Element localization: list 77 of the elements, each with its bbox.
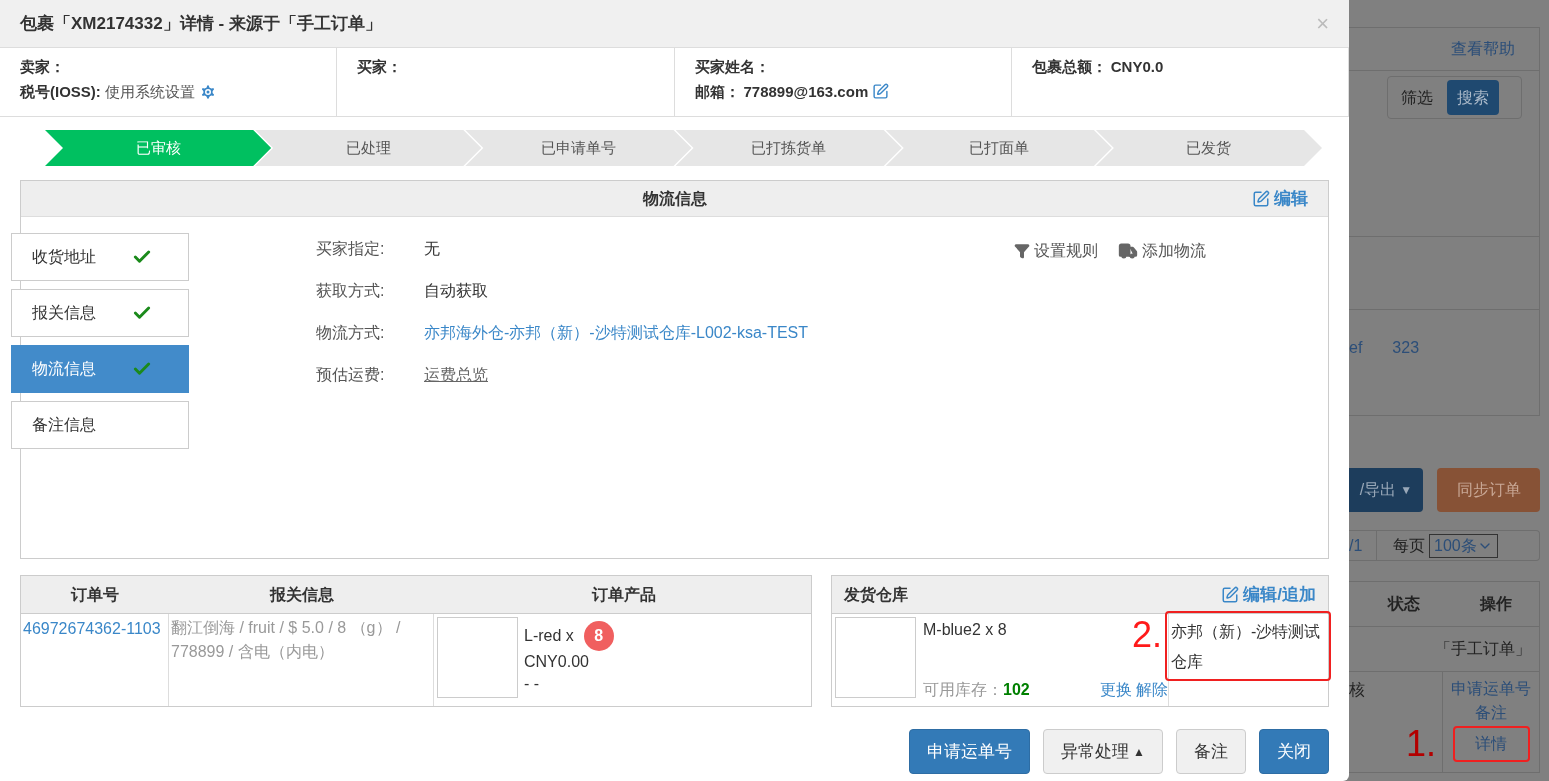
info-label: 买家姓名： [694, 57, 770, 77]
panel-title: 物流信息 [642, 188, 707, 209]
info-value: 使用系统设置 [104, 81, 195, 102]
table-cell-text: 323 [1392, 338, 1420, 358]
stock-count: 102 [1003, 680, 1030, 700]
progress-step: 已打拣货单 [675, 130, 902, 166]
edit-icon [1221, 585, 1240, 604]
product-name: L-red x [524, 626, 574, 646]
row-action-link[interactable]: 申请运单号 [1451, 678, 1531, 700]
field-value: 自动获取 [424, 280, 488, 301]
export-button[interactable]: /导出 ▼ [1349, 468, 1423, 512]
row-action-link[interactable]: 详情 [1475, 733, 1507, 755]
table-cell-text: 「手工订单」 [1435, 639, 1531, 659]
field-label: 获取方式: [316, 280, 386, 301]
progress-step: 已发货 [1095, 130, 1323, 166]
progress-step: 已审核 [45, 130, 272, 166]
customs-info: 翻江倒海 / fruit / $ 5.0 / 8 （g） / 778899 / 含电（内电） [171, 619, 401, 660]
edit-icon[interactable] [872, 83, 890, 101]
truck-icon [1118, 241, 1138, 261]
page-count: /1 [1349, 531, 1377, 560]
annotation-number: 1. [1405, 726, 1436, 762]
per-page-select[interactable]: 100条 [1429, 533, 1498, 558]
dialog-button[interactable]: 备注 [1176, 729, 1246, 774]
info-value: 778899@163.com [743, 81, 869, 102]
field-label: 物流方式: [316, 322, 386, 343]
column-header: 状态 [1386, 594, 1421, 614]
info-label: 买家： [357, 57, 403, 77]
column-header: 订单号 [69, 584, 120, 605]
column-header: 操作 [1478, 594, 1513, 614]
side-tab[interactable]: 物流信息 [11, 345, 189, 393]
info-label: 邮箱： [694, 81, 740, 102]
filter-button[interactable]: 筛选 [1391, 85, 1443, 110]
info-label: 包裹总额： [1031, 57, 1107, 77]
side-tab[interactable]: 备注信息 [11, 401, 189, 449]
product-price: CNY0.00 [524, 652, 590, 672]
row-action-link[interactable]: 备注 [1475, 702, 1507, 724]
side-tab[interactable]: 报关信息 [11, 289, 189, 337]
edit-link[interactable]: 编辑 [1252, 185, 1308, 212]
stock-link[interactable]: 更换 [1100, 678, 1132, 702]
freight-link[interactable]: 运费总览 [424, 362, 488, 387]
product-extra: - - [524, 674, 541, 694]
dialog-button[interactable]: 申请运单号 [909, 729, 1031, 774]
edit-icon [1252, 189, 1270, 208]
column-header: 订单产品 [590, 584, 657, 605]
stock-label: 可用库存： [923, 680, 1003, 700]
warehouse-title: 发货仓库 [844, 584, 908, 606]
warehouse-name: 亦邦（新）-沙特测试仓库 [1171, 622, 1322, 672]
dialog-button[interactable]: 关闭 [1259, 729, 1329, 774]
progress-step: 已打面单 [885, 130, 1112, 166]
info-value: CNY0.0 [1110, 57, 1164, 77]
progress-step: 已处理 [255, 130, 482, 166]
sync-orders-button[interactable]: 同步订单 [1437, 468, 1540, 512]
field-label: 买家指定: [316, 238, 386, 259]
quantity-badge: 8 [583, 621, 614, 651]
table-cell-text: ef [1349, 338, 1363, 358]
search-button[interactable]: 搜索 [1447, 80, 1499, 115]
edit-add-link[interactable]: 编辑/追加 [1221, 581, 1316, 608]
filter-icon [1014, 243, 1030, 259]
help-link[interactable]: 查看帮助 [1451, 37, 1515, 61]
info-label: 税号(IOSS): [20, 81, 101, 102]
per-page-label: 每页 [1393, 535, 1425, 556]
stock-link[interactable]: 解除 [1136, 678, 1168, 702]
progress-step: 已申请单号 [465, 130, 692, 166]
order-number-link[interactable]: 46972674362-1103 [23, 620, 161, 637]
field-label: 预估运费: [316, 364, 386, 385]
shipping-method-link[interactable]: 亦邦海外仓-亦邦（新）-沙特测试仓库-L002-ksa-TEST [424, 320, 809, 345]
column-header: 报关信息 [268, 584, 335, 605]
annotation-number: 2. [1131, 617, 1162, 653]
dialog-title: 包裹「XM2174332」详情 - 来源于「手工订单」 [20, 12, 382, 35]
toolbar-link[interactable]: 添加物流 [1118, 239, 1206, 263]
table-cell-text: 核 [1349, 680, 1366, 700]
toolbar-link[interactable]: 设置规则 [1014, 239, 1098, 263]
field-value: 无 [424, 238, 440, 259]
side-tab[interactable]: 收货地址 [11, 233, 189, 281]
dialog-button[interactable]: 异常处理 ▲ [1043, 729, 1163, 774]
sku-quantity: M-blue2 x 8 [923, 620, 1007, 640]
info-label: 卖家： [20, 57, 65, 77]
